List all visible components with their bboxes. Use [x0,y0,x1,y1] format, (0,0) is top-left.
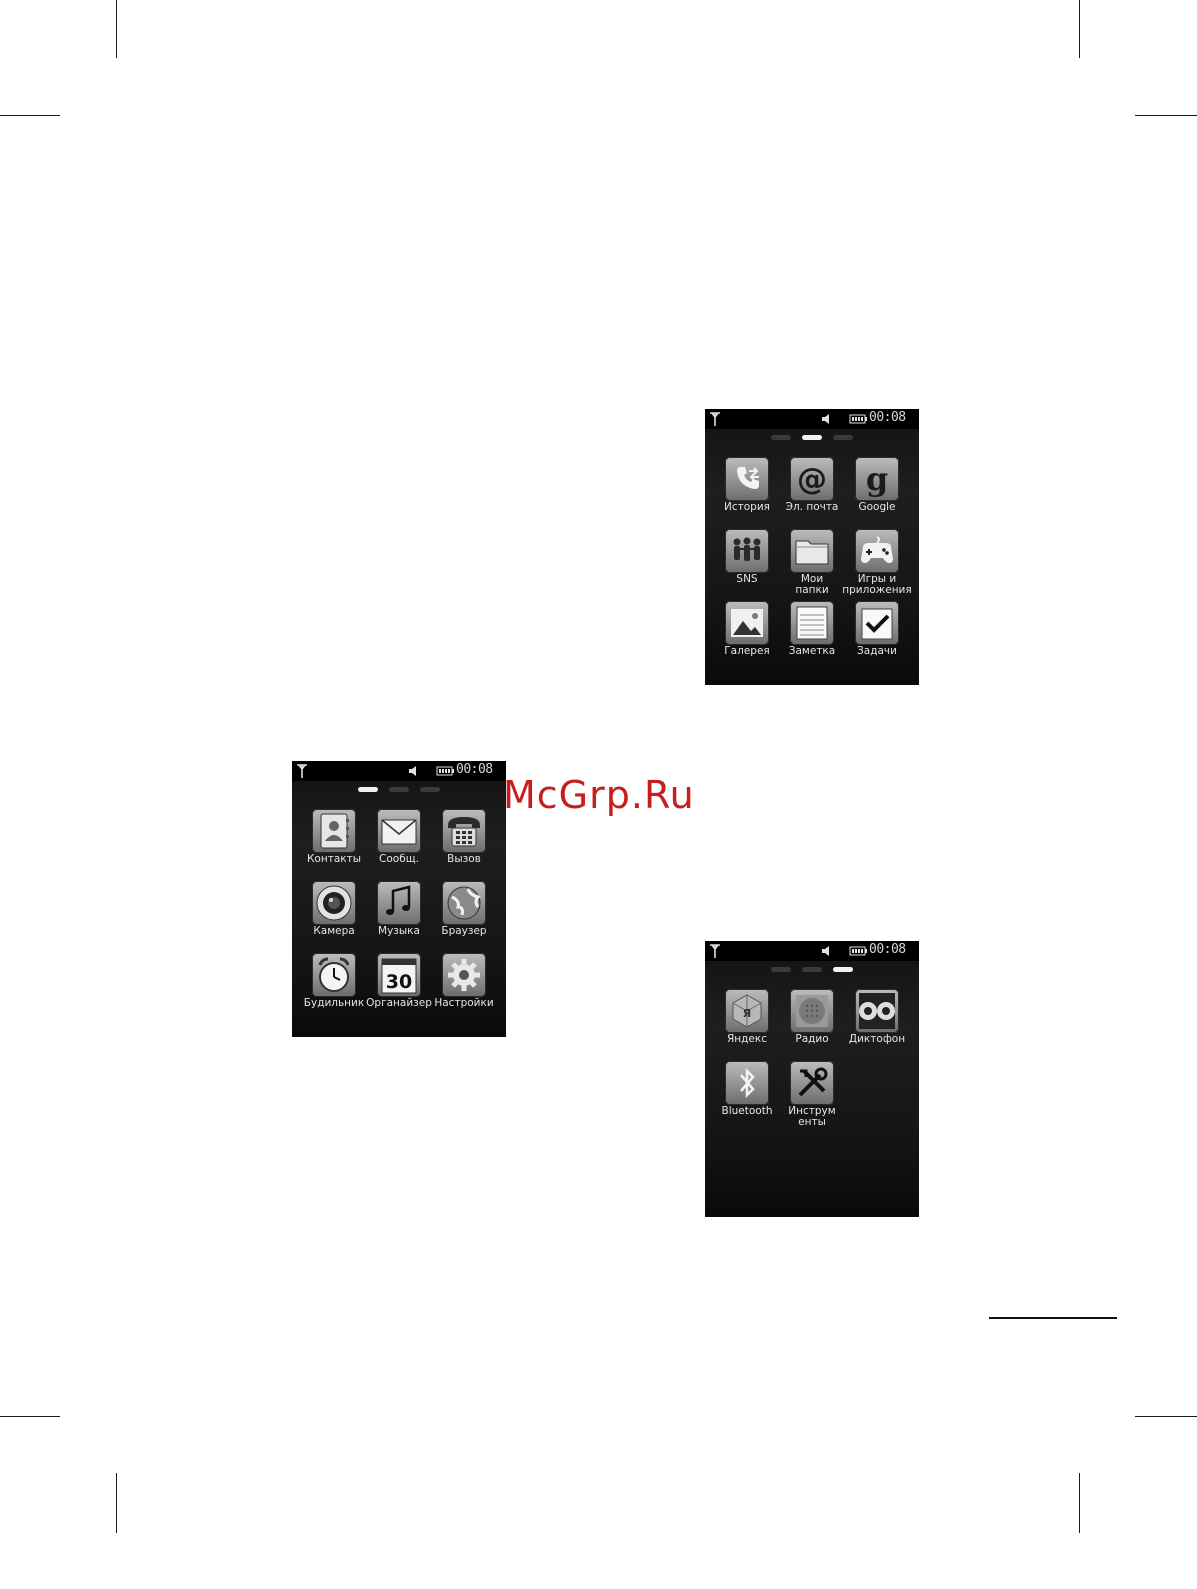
page-dot-1[interactable] [358,787,378,792]
page-dot-1[interactable] [771,967,791,972]
notepad-icon[interactable] [790,601,834,645]
page-dot-1[interactable] [771,435,791,440]
calendar-icon[interactable]: 30 [377,953,421,997]
app-tasks-check[interactable]: Задачи [844,601,910,673]
tasks-check-icon[interactable] [855,601,899,645]
phone-icon[interactable] [442,809,486,853]
app-sns-people[interactable]: SNS [714,529,780,601]
app-alarm-clock[interactable]: Будильник [301,953,367,1025]
status-time: 00:08 [869,942,906,957]
app-label: Google [858,501,896,513]
page-dot-2[interactable] [389,787,409,792]
google-icon[interactable]: g [855,457,899,501]
call-history-icon[interactable] [725,457,769,501]
gallery-icon[interactable] [725,601,769,645]
app-call-history[interactable]: История [714,457,780,529]
app-email-at[interactable]: @ Эл. почта [779,457,845,529]
speaker-icon [409,766,416,776]
status-bar: 00:08 [705,941,919,961]
camera-icon[interactable] [312,881,356,925]
app-label: Диктофон [848,1033,906,1045]
voice-recorder-icon[interactable] [855,989,899,1033]
app-yandex[interactable]: Я Яндекс [714,989,780,1061]
crop-mark-bottom-right-v [1079,1473,1080,1533]
app-label: Вызов [447,853,481,865]
yandex-letter: Я [743,1007,751,1020]
watermark-text: McGrp.Ru [503,773,695,817]
contacts-icon[interactable] [312,809,356,853]
tools-icon[interactable] [790,1061,834,1105]
app-gear[interactable]: Настройки [431,953,497,1025]
app-contacts[interactable]: Контакты [301,809,367,881]
battery-icon [849,414,867,424]
page-dot-3[interactable] [420,787,440,792]
crop-mark-top-right-v [1079,0,1080,58]
globe-icon[interactable] [442,881,486,925]
app-gallery[interactable]: Галерея [714,601,780,673]
bluetooth-icon[interactable] [725,1061,769,1105]
app-tools[interactable]: Инструм енты [779,1061,845,1133]
radio-icon[interactable] [790,989,834,1033]
status-bar: 00:08 [705,409,919,429]
app-phone[interactable]: Вызов [431,809,497,881]
alarm-clock-icon[interactable] [312,953,356,997]
page-dot-3[interactable] [833,967,853,972]
signal-antenna-icon [297,764,307,778]
app-globe[interactable]: Браузер [431,881,497,953]
app-radio[interactable]: Радио [779,989,845,1061]
signal-antenna-icon [710,412,720,426]
phone-screen-page-2: 00:08 История @ Эл. почта g Google SNS Мои папк… [705,409,919,685]
envelope-icon[interactable] [377,809,421,853]
gear-icon[interactable] [442,953,486,997]
app-label: Задачи [857,645,897,657]
page-dot-3[interactable] [833,435,853,440]
phone-screen-page-1: 00:08 Контакты Сообщ. Вызов Камера Музыка Брау… [292,761,506,1037]
app-music-note[interactable]: Музыка [366,881,432,953]
status-time: 00:08 [869,410,906,425]
app-notepad[interactable]: Заметка [779,601,845,673]
app-label: Настройки [434,997,494,1009]
gamepad-icon[interactable] [855,529,899,573]
email-at-icon[interactable]: @ [790,457,834,501]
speaker-icon [822,946,829,956]
page-indicator [771,967,855,973]
page-indicator [771,435,855,441]
calendar-date: 30 [386,971,412,993]
app-folder[interactable]: Мои папки [779,529,845,601]
crop-mark-bottom-left-h [0,1416,60,1417]
crop-mark-top-left-v [116,0,117,58]
app-label: Браузер [441,925,487,937]
app-envelope[interactable]: Сообщ. [366,809,432,881]
svg-text:@: @ [797,462,827,497]
app-voice-recorder[interactable]: Диктофон [844,989,910,1061]
app-calendar[interactable]: 30 Органайзер [366,953,432,1025]
speaker-icon [822,414,829,424]
app-gamepad[interactable]: Игры и приложения [842,529,912,601]
page-indicator [358,787,442,793]
app-label: Игры и приложения [842,573,912,596]
status-time: 00:08 [456,762,493,777]
folder-icon[interactable] [790,529,834,573]
sns-people-icon[interactable] [725,529,769,573]
app-google[interactable]: g Google [844,457,910,529]
page-dot-2[interactable] [802,967,822,972]
battery-icon [849,946,867,956]
svg-text:g: g [866,460,888,498]
status-bar: 00:08 [292,761,506,781]
battery-icon [436,766,454,776]
app-camera[interactable]: Камера [301,881,367,953]
crop-mark-top-left-h [0,115,60,116]
crop-mark-top-right-h [1135,115,1197,116]
signal-antenna-icon [710,944,720,958]
crop-mark-bottom-right-h [1135,1416,1197,1417]
app-bluetooth[interactable]: Bluetooth [714,1061,780,1133]
page-footer-rule [989,1317,1117,1319]
crop-mark-bottom-left-v [116,1473,117,1533]
page-dot-2[interactable] [802,435,822,440]
app-label: Инструм енты [788,1105,836,1128]
music-note-icon[interactable] [377,881,421,925]
phone-screen-page-3: 00:08 Я Яндекс Радио Диктофон Bluetooth Инстру… [705,941,919,1217]
yandex-icon[interactable]: Я [725,989,769,1033]
